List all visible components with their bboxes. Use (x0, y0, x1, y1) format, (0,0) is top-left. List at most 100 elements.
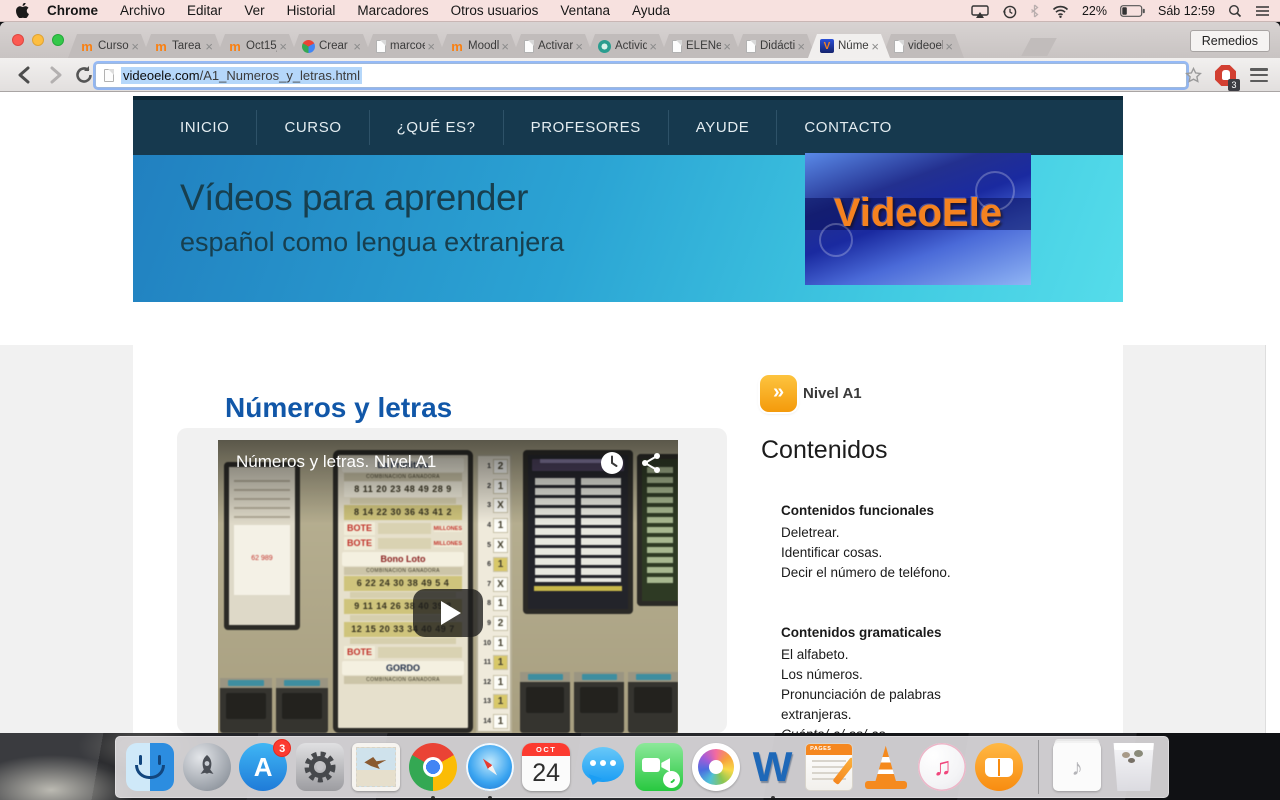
wifi-icon[interactable] (1052, 5, 1069, 18)
dock-calendar-icon[interactable]: OCT 24 (522, 743, 570, 791)
tab-crear-f[interactable]: Crear F× (290, 34, 372, 58)
tab-videoel[interactable]: videoel× (882, 34, 964, 58)
dock-word-icon[interactable]: W (749, 743, 797, 791)
back-button[interactable] (14, 63, 36, 87)
tab-cursos[interactable]: mCursos× (68, 34, 150, 58)
tab-número[interactable]: VNúmero× (808, 34, 890, 58)
dock-messages-icon[interactable] (579, 743, 627, 791)
tab-oct15_[interactable]: m Oct15_× (216, 34, 298, 58)
dock-launchpad-icon[interactable] (183, 743, 231, 791)
dock-chrome-icon[interactable] (409, 743, 457, 791)
scrollbar-track[interactable] (1265, 345, 1266, 733)
tab-activar[interactable]: Activar× (512, 34, 594, 58)
tab-title: Oct15_ (246, 40, 277, 52)
quiniela-row: 5X (480, 535, 508, 555)
nav-curso[interactable]: CURSO (257, 110, 369, 145)
menu-marcadores[interactable]: Marcadores (357, 3, 428, 18)
dock-appstore-icon[interactable]: A 3 (239, 743, 287, 791)
tab-marcoe[interactable]: marcoe× (364, 34, 446, 58)
dock-facetime-icon[interactable] (635, 743, 683, 791)
tab-close-button[interactable]: × (353, 39, 361, 54)
menu-archivo[interactable]: Archivo (120, 3, 165, 18)
page-background-right (1123, 345, 1265, 733)
url-bar[interactable]: videoele.com/A1_Numeros_y_letras.html (95, 63, 1187, 88)
bookmark-star-icon[interactable] (1185, 67, 1202, 84)
tab-activid[interactable]: Activid× (586, 34, 668, 58)
chrome-menu-button[interactable] (1250, 68, 1268, 82)
apple-icon[interactable] (16, 3, 29, 18)
tab-close-button[interactable]: × (723, 39, 731, 54)
tab-close-button[interactable]: × (501, 39, 509, 54)
spotlight-search-icon[interactable] (1228, 4, 1242, 18)
notification-center-icon[interactable] (1255, 5, 1270, 17)
reload-button[interactable] (74, 65, 94, 85)
tab-close-button[interactable]: × (279, 39, 287, 54)
menubar-clock[interactable]: Sáb 12:59 (1158, 4, 1215, 18)
dock-photos-icon[interactable] (692, 743, 740, 791)
dock-music-folder-icon[interactable]: ♪ (1053, 743, 1101, 791)
airplay-icon[interactable] (971, 5, 989, 18)
new-tab-button[interactable] (1021, 38, 1057, 56)
tab-close-button[interactable]: × (131, 39, 139, 54)
tab-close-button[interactable]: × (871, 39, 879, 54)
moodle-favicon: m (228, 39, 242, 53)
menu-editar[interactable]: Editar (187, 3, 222, 18)
dock-itunes-icon[interactable]: ♫ (918, 743, 966, 791)
play-button[interactable] (413, 589, 483, 637)
thumb-left-number: 62 989 (234, 525, 290, 595)
dock-vlc-icon[interactable] (862, 743, 910, 791)
doc-favicon (524, 40, 534, 53)
quiniela-row: 7X (480, 575, 508, 595)
dock-finder-icon[interactable] (126, 743, 174, 791)
forward-button[interactable] (44, 63, 66, 87)
dock-system-preferences-icon[interactable] (296, 743, 344, 791)
window-close-button[interactable] (12, 34, 24, 46)
tab-close-button[interactable]: × (945, 39, 953, 54)
window-minimize-button[interactable] (32, 34, 44, 46)
tab-elenet[interactable]: ELENet× (660, 34, 742, 58)
quiniela-row: 61 (480, 555, 508, 575)
nav-ques[interactable]: ¿QUÉ ES? (370, 110, 504, 145)
tab-tarea[interactable]: mTarea× (142, 34, 224, 58)
menu-ayuda[interactable]: Ayuda (632, 3, 670, 18)
tab-moodle[interactable]: mMoodle× (438, 34, 520, 58)
dock-trash-icon[interactable] (1110, 743, 1158, 791)
menubar-status: 22% Sáb 12:59 (971, 0, 1270, 22)
url-domain: videoele.com (123, 68, 200, 83)
teal-favicon (598, 40, 611, 53)
tab-close-button[interactable]: × (575, 39, 583, 54)
menu-ventana[interactable]: Ventana (560, 3, 610, 18)
menu-otros-usuarios[interactable]: Otros usuarios (451, 3, 539, 18)
webpage: INICIOCURSO¿QUÉ ES?PROFESORESAYUDECONTAC… (0, 92, 1280, 733)
tab-title: Activid (615, 40, 647, 52)
share-icon[interactable] (639, 451, 663, 475)
menu-app-name[interactable]: Chrome (47, 3, 98, 18)
nav-inicio[interactable]: INICIO (153, 110, 257, 145)
bluetooth-icon[interactable] (1030, 4, 1039, 18)
menu-ver[interactable]: Ver (244, 3, 264, 18)
profile-button[interactable]: Remedios (1190, 30, 1270, 52)
moodle-favicon: m (80, 39, 94, 53)
level-badge-icon[interactable]: » (760, 375, 797, 412)
tab-close-button[interactable]: × (427, 39, 435, 54)
nav-ayude[interactable]: AYUDE (669, 110, 778, 145)
time-machine-icon[interactable] (1002, 4, 1017, 19)
dock-safari-icon[interactable] (466, 743, 514, 791)
menu-historial[interactable]: Historial (287, 3, 336, 18)
dock-ibooks-icon[interactable] (975, 743, 1023, 791)
tab-close-button[interactable]: × (797, 39, 805, 54)
dock-mail-icon[interactable] (352, 743, 400, 791)
tab-close-button[interactable]: × (205, 39, 213, 54)
video-player[interactable]: 62 989 La Primitiva COMBINACION GANADORA… (218, 440, 678, 733)
sidebar-line: Cuánto/-a/-os/-as... (781, 725, 986, 733)
watch-later-icon[interactable] (600, 451, 624, 475)
sidebar-line: Los números. (781, 665, 986, 685)
nav-contacto[interactable]: CONTACTO (777, 110, 919, 145)
tab-didácti[interactable]: Didácti× (734, 34, 816, 58)
level-label[interactable]: Nivel A1 (803, 375, 862, 412)
nav-profesores[interactable]: PROFESORES (504, 110, 669, 145)
doc-favicon (894, 40, 904, 53)
window-zoom-button[interactable] (52, 34, 64, 46)
tab-close-button[interactable]: × (649, 39, 657, 54)
dock-pages-icon[interactable]: PAGES (805, 743, 853, 791)
